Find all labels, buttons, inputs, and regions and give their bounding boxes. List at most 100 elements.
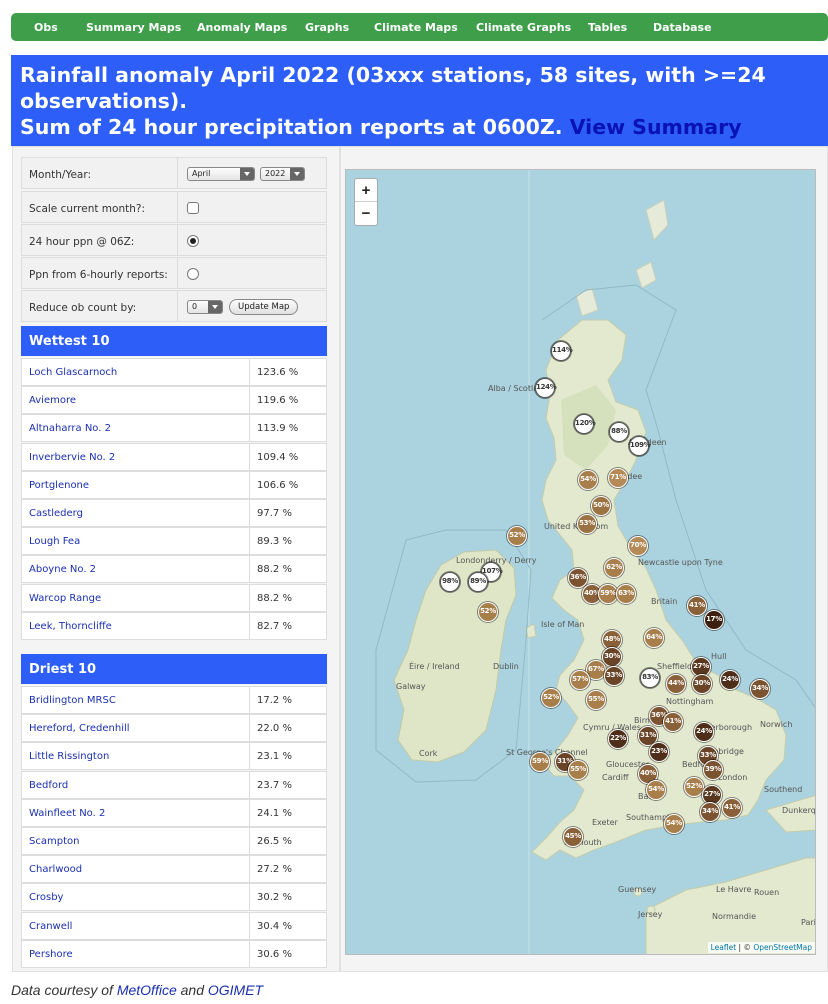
map-place-label: Rouen <box>754 888 780 897</box>
nav-obs[interactable]: Obs <box>34 21 58 34</box>
station-name-link[interactable]: Castlederg <box>21 499 250 527</box>
station-marker[interactable]: 41% <box>663 712 683 732</box>
nav-climate-maps[interactable]: Climate Maps <box>374 21 458 34</box>
station-name-link[interactable]: Warcop Range <box>21 583 250 612</box>
station-marker[interactable]: 34% <box>750 679 770 699</box>
station-marker[interactable]: 23% <box>649 742 669 762</box>
table-row: Cranwell 30.4 % <box>21 911 327 940</box>
map-place-label: Exeter <box>592 818 618 827</box>
station-name-link[interactable]: Loch Glascarnoch <box>21 358 250 386</box>
station-name-link[interactable]: Pershore <box>21 939 250 968</box>
station-name-link[interactable]: Little Rissington <box>21 742 250 771</box>
station-marker[interactable]: 114% <box>551 341 573 361</box>
station-marker[interactable]: 54% <box>578 470 598 490</box>
zoom-in-button[interactable]: + <box>355 179 377 202</box>
station-marker[interactable]: 22% <box>608 729 628 749</box>
station-marker[interactable]: 41% <box>687 596 707 616</box>
reduce-select[interactable]: 0 <box>187 300 223 314</box>
table-row: Crosby 30.2 % <box>21 883 327 912</box>
station-marker[interactable]: 52% <box>541 688 561 708</box>
station-name-link[interactable]: Scampton <box>21 827 250 855</box>
nav-anomaly-maps[interactable]: Anomaly Maps <box>197 21 287 34</box>
station-marker[interactable]: 57% <box>570 670 590 690</box>
station-marker[interactable]: 45% <box>563 827 583 847</box>
station-marker[interactable]: 124% <box>535 378 557 398</box>
osm-link[interactable]: OpenStreetMap <box>753 943 812 952</box>
station-name-link[interactable]: Cranwell <box>21 911 250 940</box>
wettest-heading: Wettest 10 <box>21 326 327 356</box>
station-marker[interactable]: 50% <box>591 496 611 516</box>
station-marker[interactable]: 83% <box>640 668 660 688</box>
station-name-link[interactable]: Portglenone <box>21 470 250 499</box>
station-marker[interactable]: 54% <box>646 780 666 800</box>
map-place-label: Isle of Man <box>541 620 585 629</box>
station-marker[interactable]: 120% <box>574 414 596 434</box>
station-name-link[interactable]: Inverbervie No. 2 <box>21 442 250 471</box>
map-place-label: Britain <box>651 597 678 606</box>
station-name-link[interactable]: Crosby <box>21 883 250 912</box>
station-marker[interactable]: 41% <box>722 798 742 818</box>
metoffice-link[interactable]: MetOffice <box>117 982 177 998</box>
station-name-link[interactable]: Aviemore <box>21 386 250 415</box>
station-name-link[interactable]: Leek, Thorncliffe <box>21 611 250 640</box>
station-marker[interactable]: 52% <box>507 526 527 546</box>
table-row: Inverbervie No. 2 109.4 % <box>21 442 327 471</box>
ppn24-radio[interactable] <box>187 235 199 247</box>
station-marker[interactable]: 70% <box>628 536 648 556</box>
station-marker[interactable]: 63% <box>616 584 636 604</box>
station-marker[interactable]: 59% <box>598 584 618 604</box>
table-row: Leek, Thorncliffe 82.7 % <box>21 611 327 640</box>
station-name-link[interactable]: Charlwood <box>21 855 250 884</box>
station-marker[interactable]: 53% <box>577 514 597 534</box>
station-marker[interactable]: 52% <box>684 777 704 797</box>
nav-summary-maps[interactable]: Summary Maps <box>86 21 181 34</box>
anomaly-value: 30.2 % <box>250 883 327 912</box>
station-marker[interactable]: 30% <box>692 674 712 694</box>
rainfall-map[interactable]: Alba / ScotlandAberdeenDundeeUnited King… <box>345 169 816 955</box>
station-marker[interactable]: 59% <box>530 752 550 772</box>
station-name-link[interactable]: Bedford <box>21 770 250 799</box>
view-summary-link[interactable]: View Summary <box>570 115 742 139</box>
station-marker[interactable]: 98% <box>440 572 460 592</box>
month-select[interactable]: April <box>187 167 255 181</box>
station-marker[interactable]: 55% <box>586 690 606 710</box>
scale-checkbox[interactable] <box>187 202 199 214</box>
station-marker[interactable]: 24% <box>720 670 740 690</box>
station-marker[interactable]: 33% <box>604 666 624 686</box>
station-marker[interactable]: 17% <box>704 610 724 630</box>
station-marker[interactable]: 34% <box>700 802 720 822</box>
leaflet-link[interactable]: Leaflet <box>711 943 737 952</box>
station-marker[interactable]: 71% <box>608 468 628 488</box>
update-map-button[interactable]: Update Map <box>229 299 299 315</box>
station-name-link[interactable]: Lough Fea <box>21 527 250 556</box>
station-marker[interactable]: 54% <box>664 814 684 834</box>
zoom-out-button[interactable]: − <box>355 202 377 225</box>
station-name-link[interactable]: Altnaharra No. 2 <box>21 414 250 443</box>
station-marker[interactable]: 89% <box>468 572 488 592</box>
station-marker[interactable]: 39% <box>703 760 723 780</box>
station-marker[interactable]: 30% <box>602 647 622 667</box>
ogimet-link[interactable]: OGIMET <box>208 982 263 998</box>
station-marker[interactable]: 62% <box>604 558 624 578</box>
ppn6-radio[interactable] <box>187 268 199 280</box>
station-marker[interactable]: 64% <box>644 628 664 648</box>
station-name-link[interactable]: Hereford, Credenhill <box>21 714 250 743</box>
nav-database[interactable]: Database <box>653 21 712 34</box>
station-name-link[interactable]: Bridlington MRSC <box>21 686 250 714</box>
year-select[interactable]: 2022 <box>260 167 305 181</box>
station-name-link[interactable]: Wainfleet No. 2 <box>21 798 250 827</box>
nav-climate-graphs[interactable]: Climate Graphs <box>476 21 571 34</box>
station-marker[interactable]: 88% <box>609 422 629 442</box>
station-marker[interactable]: 55% <box>568 760 588 780</box>
ppn6-label: Ppn from 6-hourly reports: <box>21 257 178 289</box>
station-marker[interactable]: 109% <box>629 436 651 456</box>
station-name-link[interactable]: Aboyne No. 2 <box>21 555 250 584</box>
station-marker[interactable]: 24% <box>694 722 714 742</box>
nav-tables[interactable]: Tables <box>588 21 627 34</box>
anomaly-value: 30.4 % <box>250 911 327 940</box>
anomaly-value: 26.5 % <box>250 827 327 855</box>
station-marker[interactable]: 52% <box>478 602 498 622</box>
table-row: Altnaharra No. 2 113.9 % <box>21 414 327 443</box>
station-marker[interactable]: 44% <box>666 674 686 694</box>
nav-graphs[interactable]: Graphs <box>305 21 349 34</box>
